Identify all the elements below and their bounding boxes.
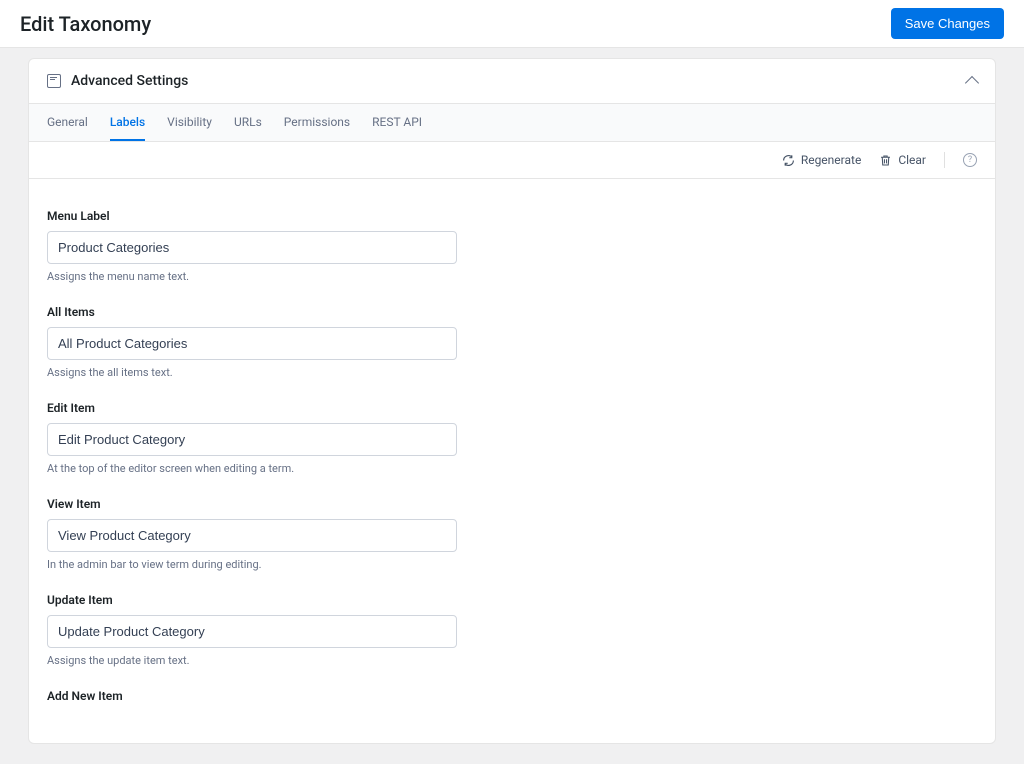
- page-header: Edit Taxonomy Save Changes: [0, 0, 1024, 48]
- field-description: Assigns the update item text.: [47, 654, 457, 667]
- toolbar: Regenerate Clear ?: [29, 142, 995, 179]
- refresh-icon: [782, 154, 795, 167]
- field-description: Assigns the all items text.: [47, 366, 457, 379]
- view-item-input[interactable]: [47, 519, 457, 552]
- tab-general[interactable]: General: [47, 104, 88, 141]
- clear-button[interactable]: Clear: [879, 153, 926, 167]
- field-menu-label: Menu Label Assigns the menu name text.: [47, 209, 457, 283]
- page-title: Edit Taxonomy: [20, 12, 151, 36]
- panel-header-left: Advanced Settings: [47, 73, 188, 89]
- field-all-items: All Items Assigns the all items text.: [47, 305, 457, 379]
- field-description: Assigns the menu name text.: [47, 270, 457, 283]
- panel-title: Advanced Settings: [71, 73, 188, 89]
- field-label: Menu Label: [47, 209, 457, 223]
- tab-urls[interactable]: URLs: [234, 104, 262, 141]
- field-label: All Items: [47, 305, 457, 319]
- field-label: Edit Item: [47, 401, 457, 415]
- regenerate-label: Regenerate: [801, 153, 862, 167]
- form-content: Menu Label Assigns the menu name text. A…: [29, 179, 995, 743]
- all-items-input[interactable]: [47, 327, 457, 360]
- panel-header: Advanced Settings: [29, 59, 995, 104]
- settings-icon: [47, 74, 61, 88]
- menu-label-input[interactable]: [47, 231, 457, 264]
- main-container: Advanced Settings General Labels Visibil…: [0, 48, 1024, 764]
- help-icon[interactable]: ?: [963, 153, 977, 167]
- tabs-container: General Labels Visibility URLs Permissio…: [29, 104, 995, 142]
- regenerate-button[interactable]: Regenerate: [782, 153, 862, 167]
- field-label: View Item: [47, 497, 457, 511]
- advanced-settings-panel: Advanced Settings General Labels Visibil…: [28, 58, 996, 744]
- toolbar-divider: [944, 152, 945, 168]
- field-description: At the top of the editor screen when edi…: [47, 462, 457, 475]
- tab-labels[interactable]: Labels: [110, 104, 145, 141]
- field-view-item: View Item In the admin bar to view term …: [47, 497, 457, 571]
- field-update-item: Update Item Assigns the update item text…: [47, 593, 457, 667]
- field-add-new-item: Add New Item: [47, 689, 457, 703]
- save-changes-button[interactable]: Save Changes: [891, 8, 1004, 39]
- update-item-input[interactable]: [47, 615, 457, 648]
- field-label: Update Item: [47, 593, 457, 607]
- clear-label: Clear: [898, 153, 926, 167]
- field-edit-item: Edit Item At the top of the editor scree…: [47, 401, 457, 475]
- trash-icon: [879, 154, 892, 167]
- tab-visibility[interactable]: Visibility: [167, 104, 212, 141]
- field-label: Add New Item: [47, 689, 457, 703]
- edit-item-input[interactable]: [47, 423, 457, 456]
- chevron-up-icon[interactable]: [965, 76, 979, 90]
- tab-permissions[interactable]: Permissions: [284, 104, 350, 141]
- field-description: In the admin bar to view term during edi…: [47, 558, 457, 571]
- tab-restapi[interactable]: REST API: [372, 104, 422, 141]
